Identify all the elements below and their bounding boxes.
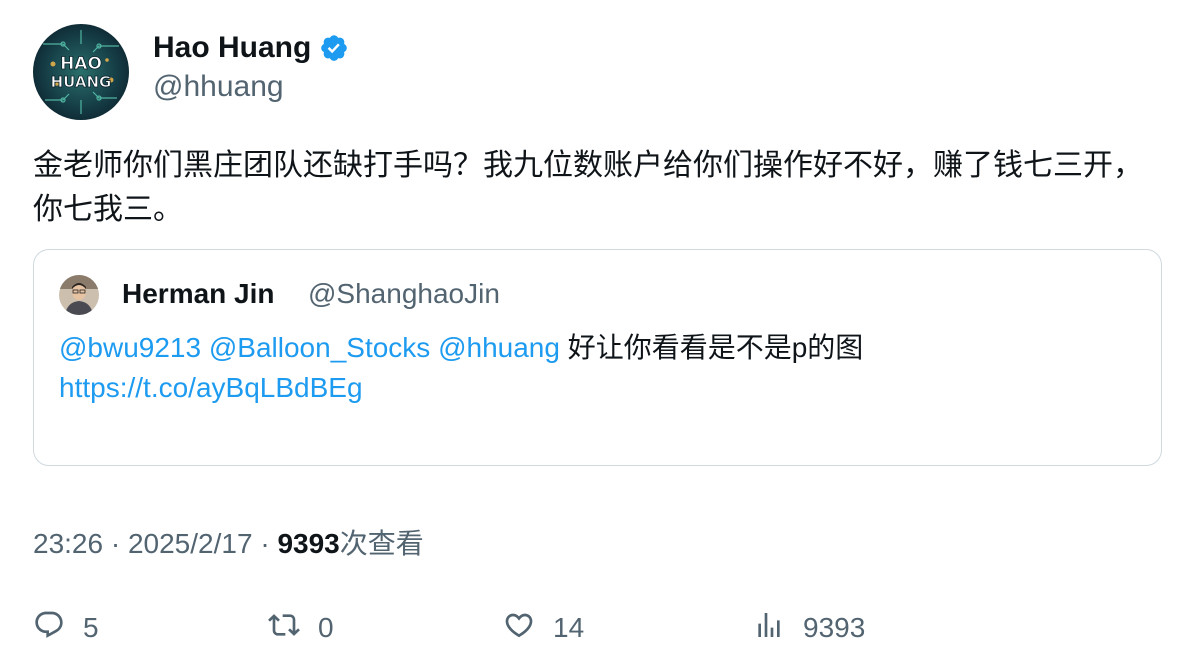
retweet-button[interactable]: 0 <box>268 606 334 650</box>
reply-icon <box>33 609 65 648</box>
like-button[interactable]: 14 <box>503 606 584 650</box>
analytics-icon <box>753 609 785 648</box>
views-button[interactable]: 9393 <box>753 606 865 650</box>
mention-link[interactable]: @hhuang <box>438 332 560 363</box>
tweet-time[interactable]: 23:26 <box>33 528 103 559</box>
retweet-count: 0 <box>318 612 334 643</box>
quoted-url-link[interactable]: https://t.co/ayBqLBdBEg <box>59 372 363 403</box>
meta-separator: · <box>252 528 278 559</box>
quoted-tweet-text: @bwu9213 @Balloon_Stocks @hhuang 好让你看看是不… <box>59 328 1139 408</box>
views-action-count: 9393 <box>803 612 866 643</box>
author-avatar[interactable]: HAO HUANG <box>33 24 129 120</box>
mention-link[interactable]: @bwu9213 <box>59 332 201 363</box>
avatar-text-line1: HAO <box>60 54 102 74</box>
author-name-row: Hao Huang <box>153 28 349 68</box>
quoted-tweet-card[interactable]: Herman Jin @ShanghaoJin @bwu9213 @Balloo… <box>33 249 1162 466</box>
tweet-date[interactable]: 2025/2/17 <box>128 528 253 559</box>
views-label: 次查看 <box>339 528 424 559</box>
like-count: 14 <box>553 612 585 643</box>
quoted-text-body: 好让你看看是不是p的图 <box>567 332 864 363</box>
mention-link[interactable]: @Balloon_Stocks <box>209 332 430 363</box>
avatar-text-line2: HUANG <box>51 73 112 91</box>
quoted-author-name: Herman Jin <box>122 278 275 309</box>
retweet-icon <box>268 609 300 648</box>
action-bar: 5 0 14 9393 <box>33 606 1163 650</box>
reply-button[interactable]: 5 <box>33 606 99 650</box>
tweet-text: 金老师你们黑庄团队还缺打手吗？我九位数账户给你们操作好不好，赚了钱七三开，你七我… <box>33 149 1143 226</box>
author-display-name[interactable]: Hao Huang <box>153 31 311 65</box>
heart-icon <box>503 609 535 648</box>
reply-count: 5 <box>83 612 99 643</box>
verified-badge-icon <box>319 33 349 63</box>
views-count: 9393 <box>277 528 340 559</box>
tweet-meta: 23:26 · 2025/2/17 · 9393次查看 <box>33 522 424 562</box>
author-handle[interactable]: @hhuang <box>153 70 284 104</box>
meta-separator: · <box>103 528 128 559</box>
quoted-author-handle: @ShanghaoJin <box>308 278 500 309</box>
quoted-author-avatar[interactable] <box>59 275 99 315</box>
